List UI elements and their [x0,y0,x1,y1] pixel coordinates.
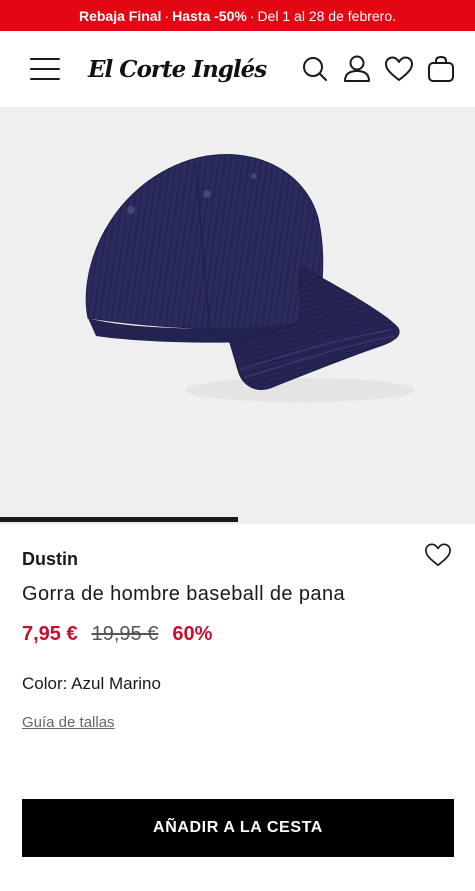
site-logo[interactable]: El Corte Inglés [88,56,267,83]
user-icon[interactable] [341,53,373,85]
search-icon[interactable] [299,53,331,85]
color-value: Azul Marino [71,674,161,693]
add-to-cart-button[interactable]: AÑADIR A LA CESTA [22,799,454,857]
gallery-progress [0,517,475,522]
price-row: 7,95 € 19,95 € 60% [22,623,453,646]
discount-badge: 60% [172,623,213,645]
color-info: Color: Azul Marino [22,674,453,694]
product-brand[interactable]: Dustin [22,549,78,570]
site-header: El Corte Inglés [0,31,475,108]
promo-banner[interactable]: Rebaja Final · Hasta -50% · Del 1 al 28 … [0,0,475,31]
header-actions [299,53,457,85]
gallery-progress-fill [0,517,238,522]
original-price: 19,95 € [91,623,159,645]
brand-row: Dustin [22,540,453,570]
product-details: Dustin Gorra de hombre baseball de pana … [22,540,453,732]
current-price: 7,95 € [22,623,78,645]
shopping-bag-icon[interactable] [425,53,457,85]
menu-icon[interactable] [30,58,60,80]
wishlist-icon[interactable] [383,53,415,85]
promo-separator: · [164,7,170,24]
size-guide-link[interactable]: Guía de tallas [22,714,115,731]
promo-discount: Hasta -50% [172,7,247,24]
product-image [85,154,415,402]
product-image-gallery[interactable] [0,108,475,524]
promo-separator: · [249,7,255,24]
color-label: Color: [22,674,68,693]
product-title: Gorra de hombre baseball de pana [22,583,346,605]
promo-dates: Del 1 al 28 de febrero. [257,7,397,24]
promo-sale-name: Rebaja Final [78,7,162,24]
add-to-wishlist-heart-icon[interactable] [423,540,453,570]
